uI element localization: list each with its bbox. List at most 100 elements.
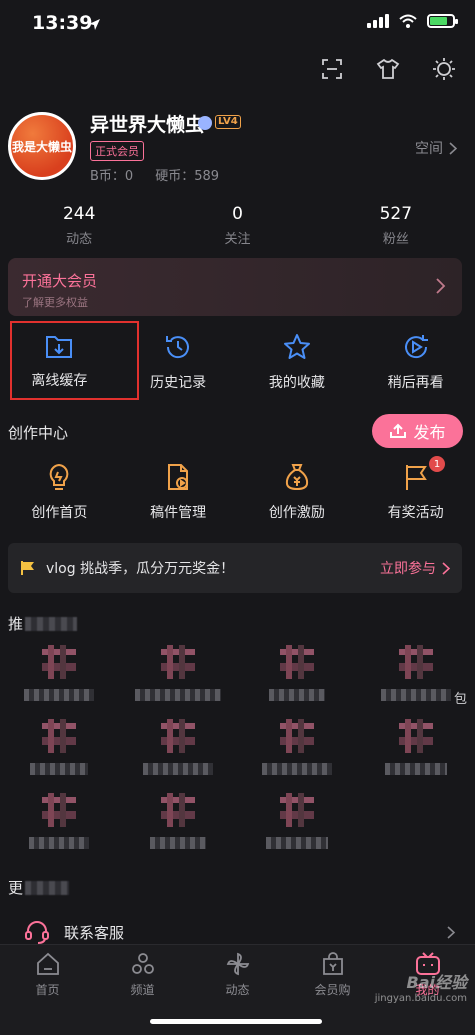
chevron-right-icon — [449, 141, 457, 155]
chevron-right-icon — [436, 278, 446, 294]
stat-dynamics[interactable]: 244 动态 — [0, 204, 158, 247]
nav-label: 会员购 — [314, 983, 351, 997]
quick-label: 稍后再看 — [387, 375, 444, 391]
publish-label: 发布 — [413, 423, 446, 442]
stat-number: 244 — [62, 204, 96, 224]
stat-following[interactable]: 0 关注 — [158, 204, 316, 247]
recommend-item[interactable] — [356, 719, 475, 775]
vlog-banner[interactable]: vlog 挑战季，瓜分万元奖金！ 立即参与 — [8, 543, 462, 593]
stat-label: 关注 — [224, 232, 251, 247]
stat-label: 粉丝 — [382, 232, 409, 247]
tshirt-icon[interactable] — [373, 54, 403, 84]
avatar-text: 我是大懒虫 — [11, 139, 72, 154]
battery-icon — [427, 14, 458, 28]
watermark-main: Bai经验 — [406, 973, 467, 992]
join-now-label: 立即参与 — [380, 561, 436, 577]
pixelated-label — [135, 689, 222, 701]
channel-icon — [131, 953, 154, 974]
stats-row: 244 动态 0 关注 527 粉丝 — [0, 204, 475, 247]
vip-banner[interactable]: 开通大会员 了解更多权益 — [8, 258, 462, 316]
pixelated-label — [384, 763, 447, 775]
favorites-button[interactable]: 我的收藏 — [238, 316, 357, 402]
reward-activity-button[interactable]: 1 有奖活动 — [356, 456, 475, 532]
nav-home[interactable]: 首页 — [0, 945, 95, 1035]
top-toolbar — [317, 54, 459, 84]
pixelated-label — [265, 837, 328, 849]
stat-label: 动态 — [66, 232, 93, 247]
b-coin: B币：0 — [90, 169, 134, 184]
recommend-item[interactable] — [238, 719, 357, 775]
chevron-right-icon — [447, 925, 455, 939]
quick-label: 我的收藏 — [268, 375, 325, 391]
recommend-item[interactable] — [119, 645, 238, 701]
pixelated-label — [261, 763, 332, 775]
verified-icon — [198, 116, 212, 130]
space-label: 空间 — [415, 141, 443, 157]
night-mode-icon[interactable] — [429, 54, 459, 84]
manuscript-manage-button[interactable]: 稿件管理 — [119, 462, 238, 532]
wifi-icon — [399, 14, 417, 28]
pixelated-icon — [279, 793, 314, 827]
watch-later-button[interactable]: 稍后再看 — [356, 316, 475, 402]
location-arrow-icon — [88, 16, 101, 35]
flag-icon — [405, 465, 427, 490]
recommend-item[interactable] — [0, 793, 119, 849]
pixelated-icon — [161, 719, 196, 753]
vip-title: 开通大会员 — [22, 272, 98, 290]
recommend-item[interactable] — [0, 719, 119, 775]
pixelated-text — [25, 616, 78, 631]
recommend-item[interactable] — [0, 645, 119, 701]
pixelated-label — [380, 689, 451, 701]
pixelated-label — [24, 689, 95, 701]
home-indicator — [150, 1019, 322, 1024]
avatar[interactable]: 我是大懒虫 — [8, 112, 76, 180]
history-clock-icon — [166, 336, 190, 359]
hard-coin: 硬币：589 — [155, 169, 220, 184]
headset-icon — [25, 921, 49, 944]
money-bag-icon — [285, 464, 308, 491]
nav-label: 频道 — [130, 983, 155, 997]
stat-number: 527 — [379, 204, 413, 224]
pixelated-icon — [161, 793, 196, 827]
recommend-item[interactable] — [119, 719, 238, 775]
pixelated-label — [150, 837, 207, 849]
pixelated-label — [29, 837, 90, 849]
chevron-right-icon — [442, 561, 450, 575]
creation-home-button[interactable]: 创作首页 — [0, 462, 119, 532]
join-now-link[interactable]: 立即参与 — [380, 558, 450, 578]
pixelated-label — [268, 689, 325, 701]
recommend-item[interactable] — [238, 793, 357, 849]
creation-center-title: 创作中心 — [8, 424, 69, 442]
recommend-extra-text: 包 — [453, 692, 467, 707]
highlight-box — [10, 321, 139, 400]
pixelated-text — [25, 880, 70, 895]
nav-label: 动态 — [225, 983, 250, 997]
recommend-item[interactable] — [238, 645, 357, 701]
star-icon — [283, 334, 310, 359]
home-icon — [36, 952, 59, 975]
vlog-text: vlog 挑战季，瓜分万元奖金！ — [46, 561, 235, 577]
create-label: 创作激励 — [268, 505, 325, 521]
stat-fans[interactable]: 527 粉丝 — [317, 204, 475, 247]
recommend-title: 推 — [8, 613, 78, 634]
pixelated-icon — [42, 793, 77, 827]
watermark: Bai经验 jingyan.baidu.com — [375, 975, 467, 1007]
member-tag: 正式会员 — [90, 141, 144, 161]
scan-icon[interactable] — [317, 54, 347, 84]
recommend-grid — [0, 645, 475, 849]
creation-incentive-button[interactable]: 创作激励 — [238, 462, 357, 532]
video-file-icon — [168, 464, 189, 490]
pixelated-icon — [161, 645, 196, 679]
pixelated-icon — [279, 645, 314, 679]
more-title-start: 更 — [8, 879, 24, 897]
space-link[interactable]: 空间 — [415, 138, 457, 158]
publish-button[interactable]: 发布 — [372, 414, 463, 448]
signal-icon — [367, 14, 389, 28]
pinwheel-icon — [226, 952, 249, 976]
stat-number: 0 — [232, 204, 243, 224]
create-label: 创作首页 — [31, 505, 88, 521]
vip-subtitle: 了解更多权益 — [22, 296, 88, 309]
recommend-item[interactable] — [119, 793, 238, 849]
watermark-sub: jingyan.baidu.com — [374, 993, 467, 1004]
pixelated-icon — [398, 645, 433, 679]
